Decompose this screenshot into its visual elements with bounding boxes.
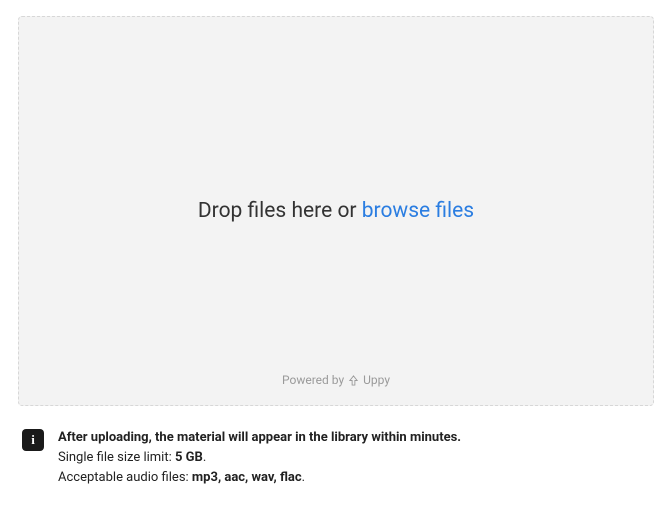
powered-by-name: Uppy	[363, 373, 390, 387]
info-text: After uploading, the material will appea…	[58, 428, 461, 488]
drop-prompt-text: Drop files here or	[198, 199, 362, 223]
drop-prompt: Drop files here or browse files	[198, 199, 474, 223]
audio-value: mp3, aac, wav, flac	[192, 470, 302, 485]
file-dropzone[interactable]: Drop files here or browse files Powered …	[18, 16, 654, 406]
size-limit-suffix: .	[203, 450, 206, 465]
browse-files-link[interactable]: browse files	[362, 199, 474, 223]
uppy-logo-icon	[348, 375, 359, 386]
size-limit-value: 5 GB	[175, 450, 203, 465]
info-size-limit: Single file size limit: 5 GB.	[58, 448, 461, 468]
powered-by: Powered by Uppy	[19, 373, 653, 387]
info-icon: i	[22, 429, 44, 451]
size-limit-label: Single file size limit:	[58, 450, 175, 465]
audio-suffix: .	[302, 470, 305, 485]
info-audio-types: Acceptable audio files: mp3, aac, wav, f…	[58, 468, 461, 488]
powered-by-prefix: Powered by	[282, 373, 344, 387]
info-block: i After uploading, the material will app…	[18, 428, 654, 488]
audio-label: Acceptable audio files:	[58, 470, 192, 485]
info-headline: After uploading, the material will appea…	[58, 428, 461, 448]
info-icon-glyph: i	[31, 432, 35, 448]
